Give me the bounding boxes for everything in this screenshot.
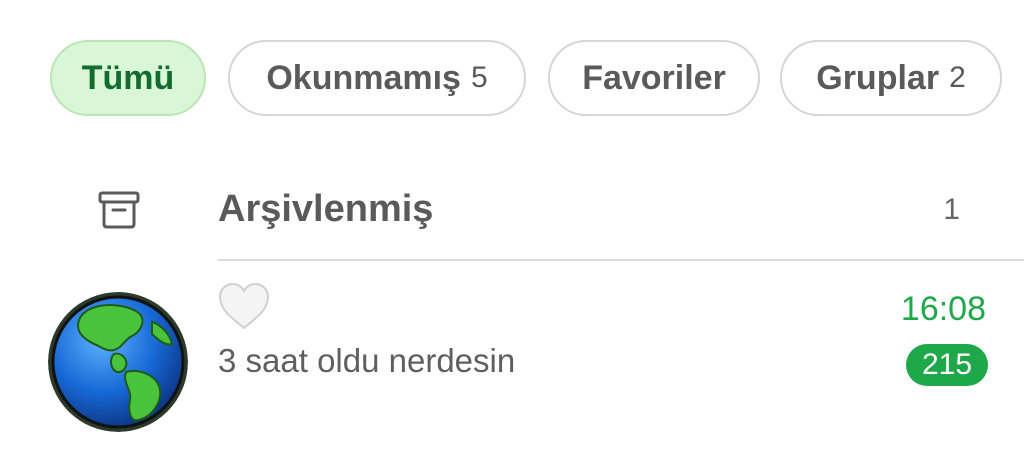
filter-chip-unread-label: Okunmamış: [266, 58, 461, 97]
archived-count: 1: [943, 193, 960, 226]
white-heart-icon: [218, 282, 270, 330]
filter-chip-bar: Tümü Okunmamış 5 Favoriler Gruplar 2: [50, 40, 1024, 118]
archived-chats-row[interactable]: Arşivlenmiş 1: [0, 160, 1024, 260]
chat-timestamp: 16:08: [900, 290, 986, 328]
filter-chip-groups-count: 2: [949, 61, 966, 94]
chat-name-white-heart-emoji: [218, 282, 270, 332]
filter-chip-groups[interactable]: Gruplar 2: [780, 40, 1002, 116]
archive-box-icon: [98, 190, 140, 230]
globe-icon: [48, 292, 188, 432]
filter-chip-all-label: Tümü: [81, 58, 175, 97]
avatar[interactable]: [48, 292, 188, 432]
filter-chip-favorites[interactable]: Favoriler: [548, 40, 760, 116]
filter-chip-groups-label: Gruplar: [816, 58, 940, 97]
chat-list-screen: Tümü Okunmamış 5 Favoriler Gruplar 2 Arş…: [0, 0, 1024, 452]
filter-chip-all[interactable]: Tümü: [50, 40, 206, 116]
unread-count-badge: 215: [906, 344, 988, 386]
chat-list-item[interactable]: 3 saat oldu nerdesin 16:08 215: [0, 262, 1024, 452]
filter-chip-unread[interactable]: Okunmamış 5: [228, 40, 526, 116]
row-divider: [218, 259, 1024, 261]
chat-preview-text: 3 saat oldu nerdesin: [218, 342, 516, 379]
filter-chip-favorites-label: Favoriler: [582, 58, 726, 97]
archived-label: Arşivlenmiş: [218, 188, 434, 230]
filter-chip-unread-count: 5: [470, 61, 488, 94]
